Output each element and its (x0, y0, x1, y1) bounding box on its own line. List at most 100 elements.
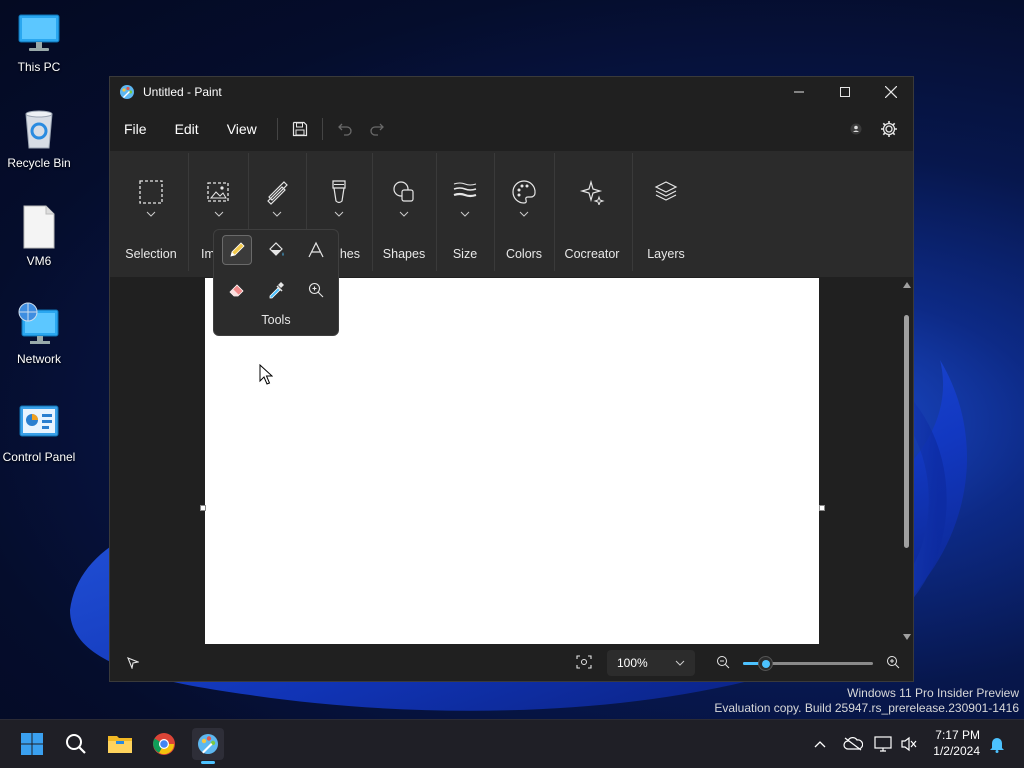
show-hidden-icons-button[interactable] (810, 728, 830, 760)
tool-text[interactable] (301, 235, 331, 265)
tools-flyout-label: Tools (261, 313, 291, 327)
menu-separator (321, 118, 323, 140)
sparkle-icon (579, 179, 605, 205)
ribbon-group-selection[interactable]: Selection (112, 151, 190, 277)
zoom-slider[interactable] (743, 656, 873, 671)
tools-icon (267, 181, 288, 205)
desktop-icon-label: Recycle Bin (7, 156, 71, 170)
palette-icon (512, 180, 536, 204)
title-bar[interactable]: Untitled - Paint (110, 77, 913, 107)
account-icon (850, 123, 862, 135)
account-button[interactable] (840, 114, 872, 144)
gear-icon (881, 121, 897, 137)
notifications-button[interactable] (986, 728, 1008, 760)
taskbar-clock[interactable]: 7:17 PM 1/2/2024 (933, 727, 980, 759)
pointer-position-icon (127, 657, 139, 669)
tool-eraser[interactable] (222, 275, 252, 305)
ribbon-group-layers[interactable]: Layers (632, 151, 700, 277)
ribbon-label-cocreator: Cocreator (564, 247, 620, 261)
brush-icon (332, 180, 346, 204)
chevron-down-icon (146, 211, 156, 217)
ribbon-label-colors: Colors (505, 247, 543, 261)
ribbon-group-size[interactable]: Size (436, 151, 494, 277)
resize-handle-right[interactable] (819, 505, 825, 511)
file-explorer-icon (108, 736, 132, 753)
save-button[interactable] (284, 114, 316, 144)
maximize-button[interactable] (822, 77, 868, 107)
zoom-level-dropdown[interactable]: 100% (607, 650, 695, 676)
desktop-icon-network[interactable]: Network (0, 302, 78, 366)
ribbon-label-size: Size (452, 247, 478, 261)
volume-tray-button[interactable] (898, 728, 920, 760)
ribbon-separator (188, 153, 189, 271)
minimize-button[interactable] (776, 77, 822, 107)
eraser-icon (229, 284, 244, 297)
desktop-icon-this-pc[interactable]: This PC (0, 10, 78, 74)
close-button[interactable] (868, 77, 914, 107)
shapes-icon (393, 181, 414, 202)
menu-view[interactable]: View (213, 121, 271, 137)
zoom-slider-thumb[interactable] (758, 656, 773, 671)
menu-file[interactable]: File (110, 121, 161, 137)
redo-button[interactable] (361, 114, 393, 144)
scroll-down-icon[interactable] (903, 634, 911, 640)
chevron-down-icon (519, 211, 529, 217)
undo-button[interactable] (329, 114, 361, 144)
magnifier-icon (308, 282, 324, 298)
start-icon (21, 733, 43, 755)
monitor-icon (16, 10, 62, 56)
menu-bar: File Edit View (110, 111, 913, 147)
ribbon-label-shapes: Shapes (382, 247, 426, 261)
image-icon (207, 182, 229, 202)
onedrive-tray-button[interactable] (842, 728, 864, 760)
tool-pencil[interactable] (222, 235, 252, 265)
chevron-down-icon (399, 211, 409, 217)
ribbon-group-shapes[interactable]: Shapes (372, 151, 436, 277)
scrollbar-thumb[interactable] (904, 315, 909, 548)
clock-time: 7:17 PM (935, 728, 980, 742)
ribbon-group-colors[interactable]: Colors (494, 151, 554, 277)
layers-icon (654, 181, 678, 201)
speaker-muted-icon (901, 736, 917, 752)
paint-icon (198, 734, 218, 754)
ribbon-group-cocreator[interactable]: Cocreator (554, 151, 630, 277)
zoom-out-icon[interactable] (716, 655, 730, 669)
zoom-level-value: 100% (617, 656, 648, 670)
watermark-edition: Windows 11 Pro Insider Preview (847, 686, 1019, 700)
redo-icon (370, 123, 384, 136)
tool-color-picker[interactable] (261, 275, 291, 305)
tool-magnifier[interactable] (301, 275, 331, 305)
fill-icon (269, 242, 284, 256)
zoom-in-icon[interactable] (886, 655, 900, 669)
network-tray-button[interactable] (872, 728, 894, 760)
cloud-offline-icon (843, 737, 863, 751)
start-button[interactable] (16, 728, 48, 760)
active-app-indicator (201, 761, 215, 764)
network-icon (16, 302, 62, 348)
search-button[interactable] (60, 728, 92, 760)
window-title: Untitled - Paint (143, 85, 222, 99)
tool-fill[interactable] (261, 235, 291, 265)
pencil-icon (230, 242, 245, 257)
selection-icon (139, 180, 163, 204)
paint-taskbar-button[interactable] (192, 728, 224, 764)
desktop-icon-vm6[interactable]: VM6 (0, 204, 78, 268)
vertical-scrollbar[interactable] (901, 279, 913, 643)
file-explorer-button[interactable] (104, 728, 136, 760)
scroll-up-icon[interactable] (903, 282, 911, 288)
menu-edit[interactable]: Edit (161, 121, 213, 137)
menu-separator (276, 118, 278, 140)
settings-button[interactable] (873, 114, 905, 144)
desktop-icon-label: VM6 (26, 254, 52, 268)
chevron-down-icon (214, 211, 224, 217)
control-panel-icon (16, 400, 62, 446)
network-status-icon (874, 736, 892, 752)
resize-handle-left[interactable] (200, 505, 206, 511)
desktop-icon-label: Control Panel (2, 450, 76, 464)
watermark-build: Evaluation copy. Build 25947.rs_prerelea… (714, 701, 1019, 715)
desktop-icon-recycle-bin[interactable]: Recycle Bin (0, 106, 78, 170)
fit-to-window-icon[interactable] (576, 655, 592, 669)
desktop-icon-control-panel[interactable]: Control Panel (0, 400, 78, 464)
ribbon-label-selection: Selection (125, 247, 177, 261)
chrome-button[interactable] (148, 728, 180, 760)
